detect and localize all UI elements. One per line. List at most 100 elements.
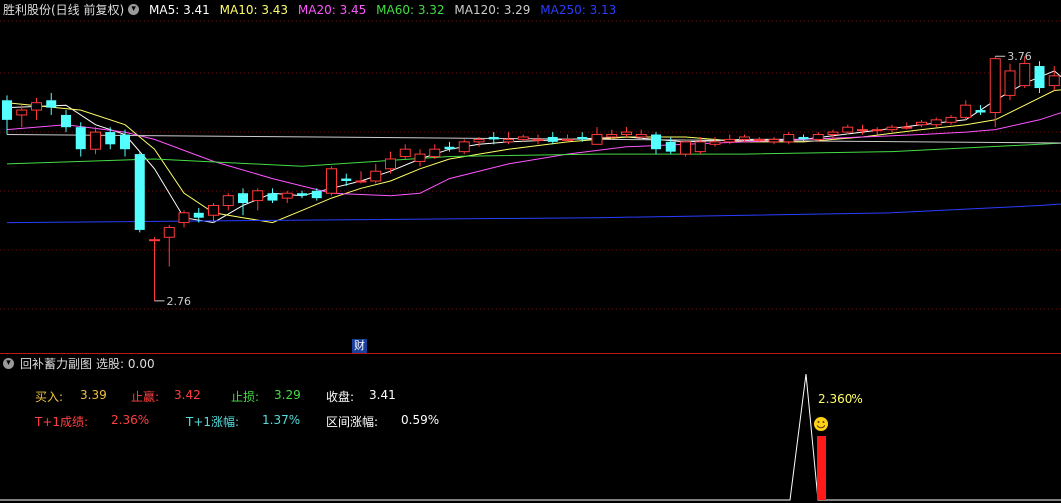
candle-body xyxy=(1004,70,1016,96)
candle xyxy=(960,100,972,120)
candle-body xyxy=(680,141,691,155)
candle-body xyxy=(517,136,529,140)
candle-body xyxy=(488,136,499,140)
ma250-label: MA250: 3.13 xyxy=(540,3,617,17)
candle xyxy=(916,119,927,128)
candle xyxy=(562,134,573,142)
candle-body xyxy=(31,102,42,111)
close-label: 收盘: xyxy=(326,390,355,404)
stop-loss-label: 止损: xyxy=(231,390,260,404)
range-gain-value: 0.59% xyxy=(401,413,440,427)
sub-panel-header: ▾ 回补蓄力副图 选股: 0.00 xyxy=(0,354,161,374)
candle-body xyxy=(503,138,514,143)
candle xyxy=(281,190,293,204)
candle-body xyxy=(694,141,706,153)
candle-body xyxy=(222,195,234,206)
candle xyxy=(222,193,234,211)
chevron-down-icon[interactable]: ▾ xyxy=(3,358,14,369)
candle xyxy=(783,132,795,145)
smiley-eye xyxy=(817,421,820,423)
signal-bar xyxy=(817,436,826,500)
candle xyxy=(238,188,248,216)
stock-title[interactable]: 胜利股份(日线 前复权) xyxy=(3,3,124,17)
candle xyxy=(694,136,706,155)
candle xyxy=(621,127,632,137)
candle-body xyxy=(989,58,1001,114)
close-value: 3.41 xyxy=(369,388,396,402)
candle xyxy=(886,124,898,133)
candle-body xyxy=(385,158,396,170)
candle-body xyxy=(532,138,544,141)
candle-body xyxy=(1048,75,1060,87)
ma20-label: MA20: 3.45 xyxy=(297,3,367,17)
candle-body xyxy=(90,131,101,150)
candle xyxy=(547,132,558,145)
candle-body xyxy=(871,129,883,132)
candle xyxy=(532,134,544,145)
candle-body xyxy=(163,226,175,238)
candle-body xyxy=(665,141,676,152)
candle xyxy=(458,139,470,155)
sub-indicator-chart[interactable] xyxy=(0,374,1061,503)
candle-body xyxy=(414,153,426,162)
candle xyxy=(297,190,307,199)
candle-body xyxy=(75,127,86,150)
candle xyxy=(1004,63,1016,101)
t1-gain-value: 1.37% xyxy=(262,413,301,427)
stop-loss-value: 3.29 xyxy=(274,388,301,402)
t1-result-label: T+1成绩: xyxy=(35,415,89,429)
pick-label: 选股: 0.00 xyxy=(96,357,155,371)
candle xyxy=(930,117,942,128)
candle xyxy=(2,95,12,135)
ma250-line xyxy=(6,203,1061,224)
candle xyxy=(208,203,219,223)
candle xyxy=(768,136,780,145)
candle-body xyxy=(886,126,898,131)
candle xyxy=(399,144,411,159)
candle-body xyxy=(621,131,632,136)
candle xyxy=(989,56,1001,128)
chevron-down-icon[interactable]: ▾ xyxy=(128,4,140,15)
annotation-label: 3.76 xyxy=(1007,50,1032,63)
sub-panel-title[interactable]: 回补蓄力副图 xyxy=(20,357,92,371)
candle-body xyxy=(458,141,470,153)
candle xyxy=(975,105,986,115)
news-marker[interactable]: 财 xyxy=(352,339,367,353)
candle-body xyxy=(930,119,942,126)
candle-body xyxy=(16,109,28,116)
candle-body xyxy=(842,126,854,133)
candle xyxy=(90,127,101,155)
candle xyxy=(680,139,691,157)
candle xyxy=(651,132,661,155)
ma5-label: MA5: 3.41 xyxy=(149,3,210,17)
signal-value: 2.360 xyxy=(818,392,853,406)
ma5-line xyxy=(6,70,1061,224)
candle-body xyxy=(739,136,750,140)
candle xyxy=(16,105,28,128)
candle-body xyxy=(341,178,352,181)
candle-body xyxy=(238,193,248,204)
candle-body xyxy=(768,138,780,143)
candle xyxy=(871,127,883,135)
candle xyxy=(1034,61,1045,93)
candle-body xyxy=(827,131,839,136)
candle xyxy=(709,136,721,147)
candle xyxy=(46,92,57,115)
candle xyxy=(945,114,957,125)
candle-body xyxy=(709,141,721,145)
ma10-label: MA10: 3.43 xyxy=(219,3,289,17)
candle xyxy=(134,151,145,233)
candle-body xyxy=(783,134,795,143)
t1-gain-label: T+1涨幅: xyxy=(186,415,240,429)
candle xyxy=(326,166,337,196)
candle-body xyxy=(326,168,337,194)
signal-line xyxy=(0,374,1061,501)
candle xyxy=(591,127,603,145)
candlestick-chart[interactable]: 3.76 2.76 xyxy=(0,20,1061,353)
candle-body xyxy=(1019,63,1031,87)
candle-body xyxy=(577,136,588,140)
candle-body xyxy=(547,136,558,142)
candle xyxy=(370,163,382,184)
candle xyxy=(429,144,441,159)
ma60-label: MA60: 3.32 xyxy=(376,3,445,17)
